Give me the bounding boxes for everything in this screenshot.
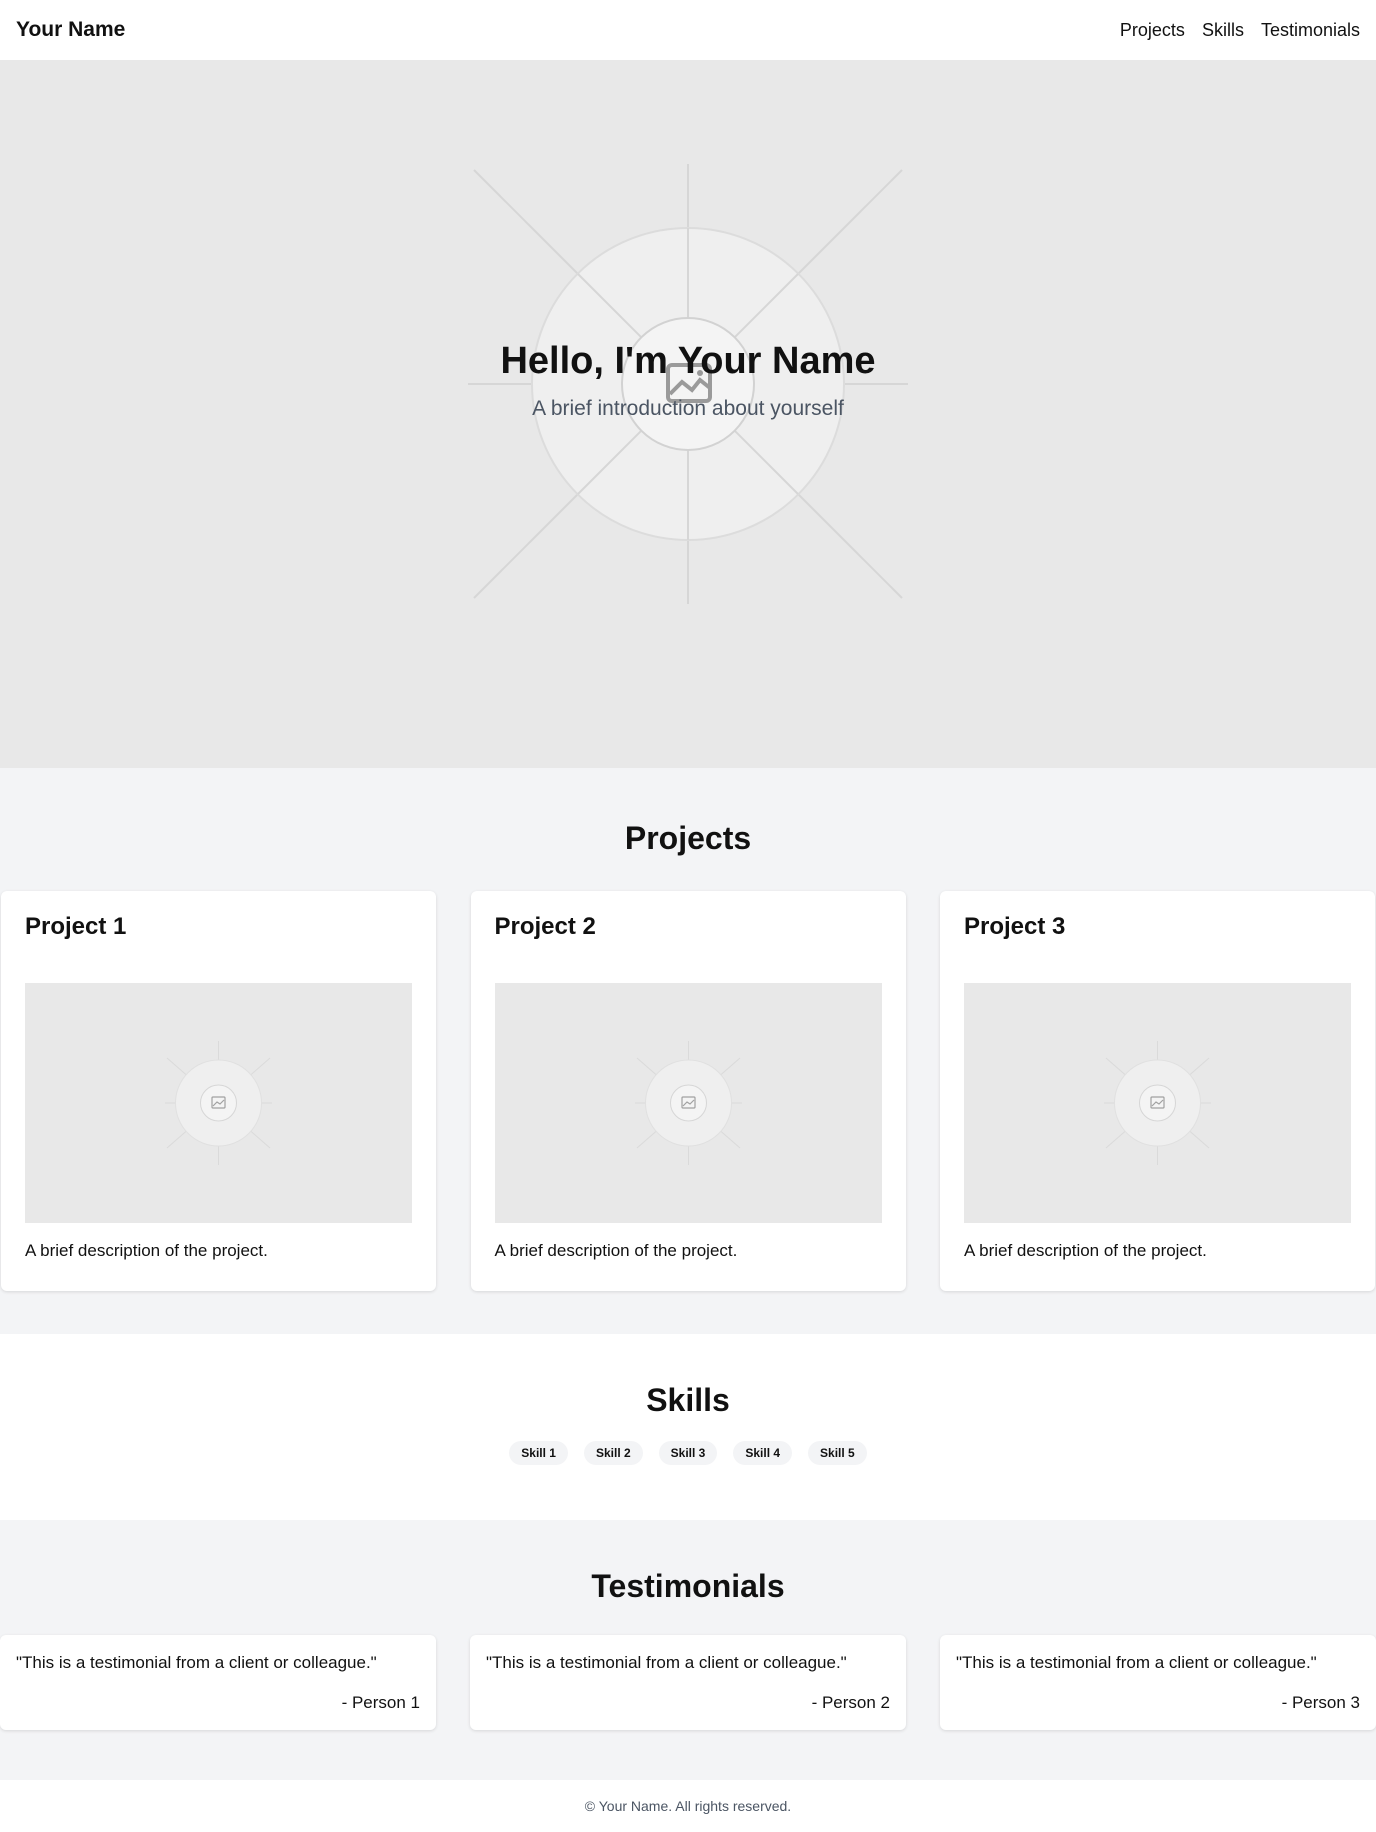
testimonial-quote: "This is a testimonial from a client or … bbox=[486, 1653, 847, 1672]
skill-chip: Skill 2 bbox=[583, 1441, 643, 1465]
hero-title: Hello, I'm Your Name bbox=[500, 340, 876, 382]
project-card[interactable]: Project 1 A brief description of the pro… bbox=[1, 891, 436, 1291]
project-title: Project 2 bbox=[494, 913, 596, 940]
footer-copyright: © Your Name. All rights reserved. bbox=[584, 1798, 792, 1814]
brand-name[interactable]: Your Name bbox=[16, 18, 125, 42]
testimonials-section: Testimonials "This is a testimonial from… bbox=[0, 1520, 1376, 1780]
skills-section: Skills Skill 1 Skill 2 Skill 3 Skill 4 S… bbox=[0, 1334, 1376, 1520]
skill-chip: Skill 3 bbox=[658, 1441, 718, 1465]
site-header: Your Name Projects Skills Testimonials bbox=[0, 0, 1376, 60]
project-cards: Project 1 A brief description of the pro… bbox=[0, 891, 1376, 1291]
testimonials-title: Testimonials bbox=[591, 1568, 785, 1604]
image-placeholder-icon bbox=[25, 983, 412, 1223]
projects-title: Projects bbox=[624, 820, 752, 856]
nav-link-testimonials[interactable]: Testimonials bbox=[1261, 20, 1360, 41]
testimonial-cards: "This is a testimonial from a client or … bbox=[0, 1635, 1376, 1730]
project-description: A brief description of the project. bbox=[964, 1241, 1207, 1260]
hero-text: Hello, I'm Your Name A brief introductio… bbox=[0, 340, 1376, 421]
hero-section: Hello, I'm Your Name A brief introductio… bbox=[0, 60, 1376, 768]
testimonial-quote: "This is a testimonial from a client or … bbox=[16, 1653, 377, 1672]
testimonial-quote: "This is a testimonial from a client or … bbox=[956, 1653, 1317, 1672]
project-description: A brief description of the project. bbox=[494, 1241, 738, 1260]
nav-link-projects[interactable]: Projects bbox=[1120, 20, 1185, 41]
testimonial-card: "This is a testimonial from a client or … bbox=[470, 1635, 906, 1730]
project-card[interactable]: Project 2 A brief description of the pro… bbox=[470, 891, 906, 1291]
skill-chip: Skill 5 bbox=[808, 1441, 867, 1465]
image-placeholder-icon bbox=[494, 983, 882, 1223]
main-nav: Projects Skills Testimonials bbox=[1120, 20, 1360, 41]
skill-chip: Skill 1 bbox=[509, 1441, 568, 1465]
testimonial-card: "This is a testimonial from a client or … bbox=[0, 1635, 436, 1730]
skill-chip: Skill 4 bbox=[733, 1441, 793, 1465]
projects-section: Projects Project 1 A brief description o… bbox=[0, 768, 1376, 1334]
testimonial-author: - Person 3 bbox=[1281, 1693, 1360, 1712]
nav-link-skills[interactable]: Skills bbox=[1202, 20, 1244, 41]
testimonial-author: - Person 1 bbox=[341, 1693, 420, 1712]
project-description: A brief description of the project. bbox=[25, 1241, 268, 1260]
hero-subtitle: A brief introduction about yourself bbox=[532, 397, 844, 420]
site-footer: © Your Name. All rights reserved. bbox=[0, 1780, 1376, 1832]
project-title: Project 3 bbox=[964, 913, 1066, 940]
testimonial-card: "This is a testimonial from a client or … bbox=[940, 1635, 1376, 1730]
project-card[interactable]: Project 3 A brief description of the pro… bbox=[940, 891, 1375, 1291]
project-title: Project 1 bbox=[25, 913, 127, 940]
skill-chips: Skill 1 Skill 2 Skill 3 Skill 4 Skill 5 bbox=[0, 1441, 1376, 1465]
skills-title: Skills bbox=[646, 1382, 730, 1418]
testimonial-author: - Person 2 bbox=[811, 1693, 890, 1712]
image-placeholder-icon bbox=[964, 983, 1351, 1223]
